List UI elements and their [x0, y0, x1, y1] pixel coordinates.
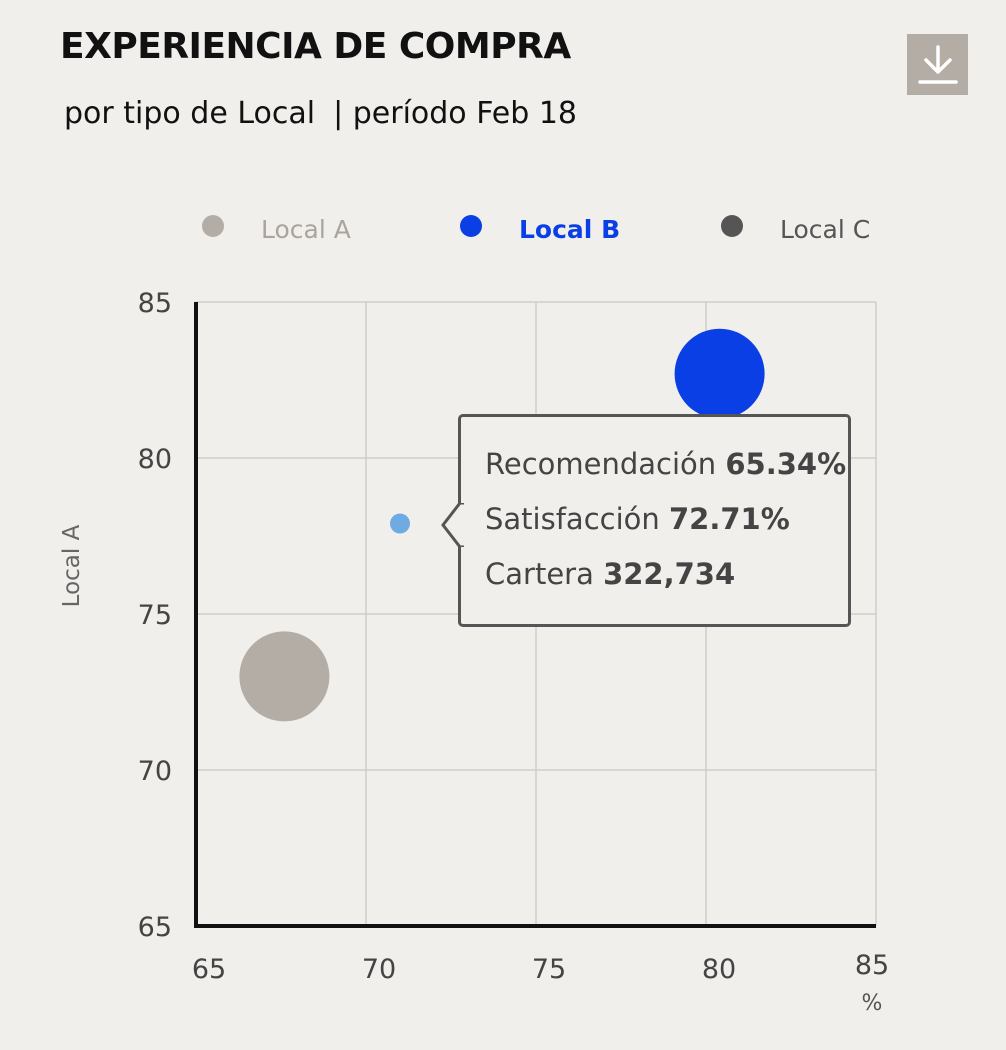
legend-label-3[interactable]: Local C: [780, 215, 870, 244]
tooltip-label: Cartera: [485, 557, 594, 591]
legend-marker-2[interactable]: [460, 215, 482, 237]
tooltip-row-portfolio: Cartera 322,734: [485, 557, 848, 612]
x-tick-label: 70: [362, 954, 396, 985]
legend-label-2[interactable]: Local B: [519, 215, 620, 244]
tooltip-value: 322,734: [603, 557, 736, 591]
tooltip-arrow: [441, 503, 464, 547]
legend-label-1[interactable]: Local A: [261, 215, 351, 244]
tooltip-value: 65.34%: [725, 447, 847, 481]
y-tick-label: 75: [138, 600, 172, 631]
y-tick-label: 80: [138, 444, 172, 475]
x-axis-label: %: [862, 991, 883, 1016]
x-tick-label: 65: [192, 954, 226, 985]
tooltip-row-recommendation: Recomendación 65.34%: [485, 447, 848, 502]
data-tooltip: Recomendación 65.34% Satisfacción 72.71%…: [441, 414, 851, 627]
y-tick-label: 65: [138, 912, 172, 943]
tooltip-row-satisfaction: Satisfacción 72.71%: [485, 502, 848, 557]
legend-marker-1[interactable]: [202, 215, 224, 237]
tooltip-label: Recomendación: [485, 447, 717, 481]
y-tick-label: 70: [138, 756, 172, 787]
x-tick-label: 85: [855, 950, 889, 981]
tooltip-label: Satisfacción: [485, 502, 660, 536]
bubble-local-b[interactable]: [674, 328, 765, 419]
tooltip-value: 72.71%: [668, 502, 790, 536]
bubble-local-a[interactable]: [239, 631, 330, 722]
y-axis-label: Local A: [59, 524, 85, 607]
bubble-hovered[interactable]: [390, 513, 410, 534]
x-tick-label: 80: [702, 954, 736, 985]
y-tick-label: 85: [138, 288, 172, 319]
legend-marker-3[interactable]: [721, 215, 743, 237]
x-tick-label: 75: [532, 954, 566, 985]
